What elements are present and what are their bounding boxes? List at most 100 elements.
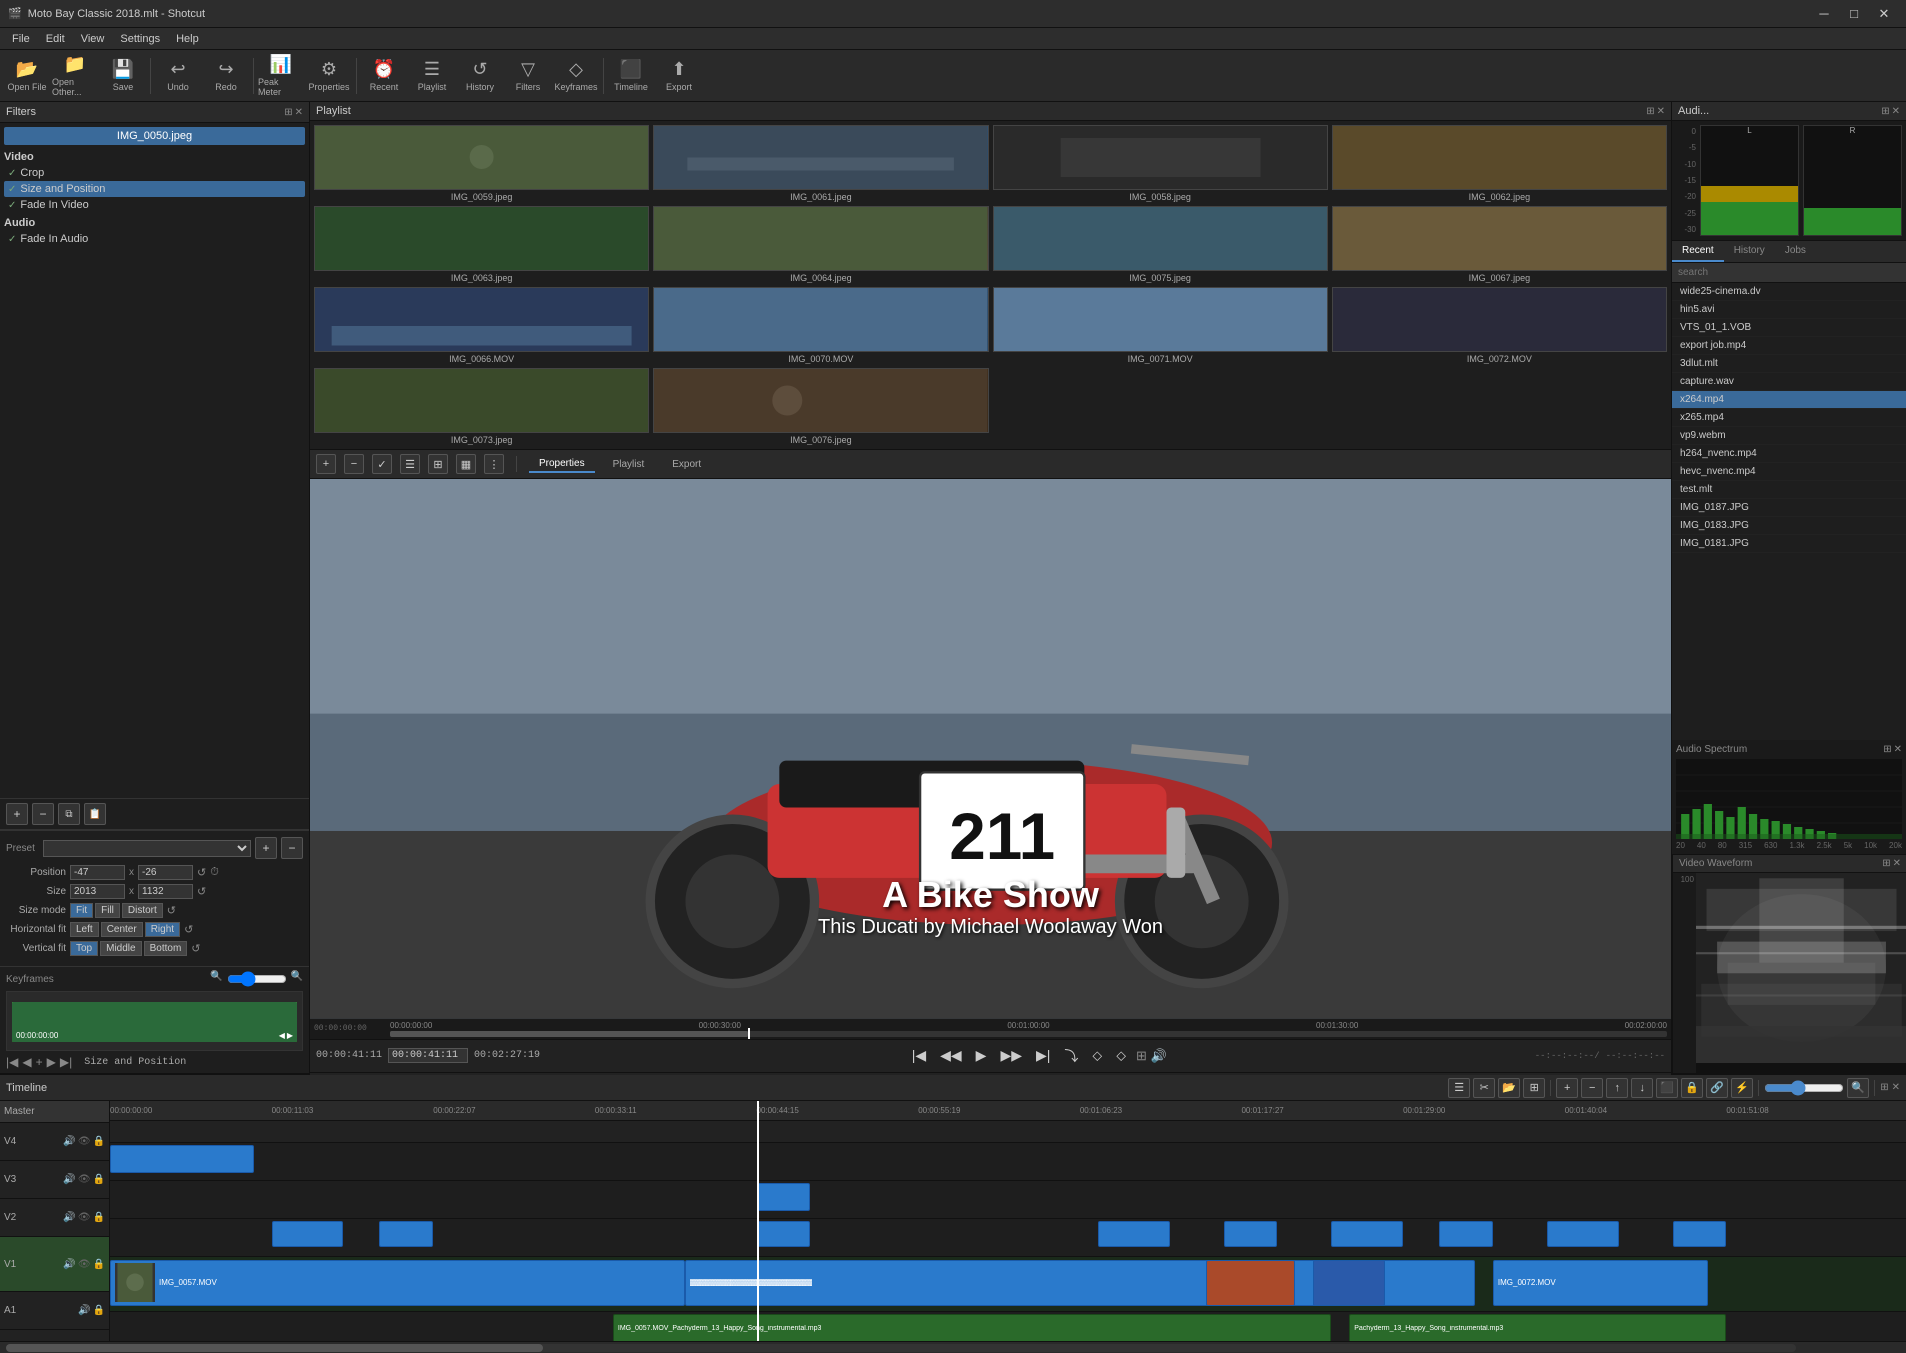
preview-in-point-button[interactable]: ⬦ bbox=[1088, 1045, 1106, 1066]
tl-zoom-in-button[interactable]: 🔍 bbox=[1847, 1078, 1869, 1098]
preview-time-input[interactable] bbox=[388, 1048, 468, 1063]
recent-item-5[interactable]: capture.wav bbox=[1672, 373, 1906, 391]
preset-add-button[interactable]: + bbox=[255, 837, 277, 859]
recent-item-1[interactable]: hin5.avi bbox=[1672, 301, 1906, 319]
menu-help[interactable]: Help bbox=[168, 31, 207, 47]
playlist-grid-view-button[interactable]: ⊞ bbox=[428, 454, 448, 474]
playlist-item-0075[interactable]: IMG_0075.jpeg bbox=[993, 206, 1328, 283]
open-file-button[interactable]: 📂 Open File bbox=[4, 53, 50, 99]
filters-button[interactable]: ▽ Filters bbox=[505, 53, 551, 99]
kf-nav-prev[interactable]: ◀ bbox=[22, 1055, 31, 1069]
preview-tl-track[interactable] bbox=[390, 1031, 1667, 1037]
kf-prev-button[interactable]: ◀ bbox=[279, 1031, 285, 1040]
playlist-list-view-button[interactable]: ☰ bbox=[400, 454, 420, 474]
recent-item-0[interactable]: wide25-cinema.dv bbox=[1672, 283, 1906, 301]
keyframes-clip[interactable]: 00:00:00:00 ◀ ▶ bbox=[12, 1002, 297, 1042]
recent-item-2[interactable]: VTS_01_1.VOB bbox=[1672, 319, 1906, 337]
maximize-button[interactable]: □ bbox=[1840, 4, 1868, 24]
kf-nav-first[interactable]: |◀ bbox=[6, 1055, 18, 1069]
preview-zoom-icon[interactable]: 🔊 bbox=[1151, 1048, 1167, 1064]
save-button[interactable]: 💾 Save bbox=[100, 53, 146, 99]
recent-item-10[interactable]: hevc_nvenc.mp4 bbox=[1672, 463, 1906, 481]
menu-view[interactable]: View bbox=[73, 31, 113, 47]
playlist-item-0072[interactable]: IMG_0072.MOV bbox=[1332, 287, 1667, 364]
right-tab-jobs[interactable]: Jobs bbox=[1775, 241, 1816, 262]
playlist-item-0067[interactable]: IMG_0067.jpeg bbox=[1332, 206, 1667, 283]
filter-size-position[interactable]: ✓ Size and Position bbox=[4, 181, 305, 197]
v2-clip-6[interactable] bbox=[1331, 1221, 1403, 1247]
spectrum-expand-icon[interactable]: ⊞ bbox=[1883, 744, 1891, 755]
tl-zap-button[interactable]: ⚡ bbox=[1731, 1078, 1753, 1098]
v2-clip-9[interactable] bbox=[1673, 1221, 1727, 1247]
tl-close-icon[interactable]: ✕ bbox=[1892, 1082, 1900, 1093]
filters-close-icon[interactable]: ✕ bbox=[295, 107, 303, 118]
v2-clip-3[interactable] bbox=[757, 1221, 811, 1247]
right-tab-recent[interactable]: Recent bbox=[1672, 241, 1724, 262]
playlist-view3-button[interactable]: ▦ bbox=[456, 454, 476, 474]
track-v2-eye-icon[interactable]: 👁 bbox=[78, 1212, 91, 1223]
playlist-item-0066[interactable]: IMG_0066.MOV bbox=[314, 287, 649, 364]
tl-menu-button[interactable]: ☰ bbox=[1448, 1078, 1470, 1098]
playlist-tab-properties[interactable]: Properties bbox=[529, 456, 595, 473]
track-v1-lock-icon[interactable]: 🔒 bbox=[93, 1259, 105, 1270]
tl-add-button[interactable]: + bbox=[1556, 1078, 1578, 1098]
playlist-item-0059[interactable]: IMG_0059.jpeg bbox=[314, 125, 649, 202]
minimize-button[interactable]: ─ bbox=[1810, 4, 1838, 24]
v2-clip-7[interactable] bbox=[1439, 1221, 1493, 1247]
track-v1-eye-icon[interactable]: 👁 bbox=[78, 1259, 91, 1270]
size-mode-fit[interactable]: Fit bbox=[70, 903, 93, 918]
paste-filter-button[interactable]: 📋 bbox=[84, 803, 106, 825]
playlist-item-0071[interactable]: IMG_0071.MOV bbox=[993, 287, 1328, 364]
tl-expand-icon[interactable]: ⊞ bbox=[1880, 1082, 1888, 1093]
playlist-add-button[interactable]: + bbox=[316, 454, 336, 474]
tl-remove-button[interactable]: − bbox=[1581, 1078, 1603, 1098]
preview-out-point-button[interactable]: ⬦ bbox=[1112, 1045, 1130, 1066]
waveform-expand-icon[interactable]: ⊞ bbox=[1882, 858, 1890, 869]
track-a1-audio-icon[interactable]: 🔊 bbox=[78, 1305, 90, 1316]
preview-play-button[interactable]: ▶ bbox=[972, 1045, 991, 1066]
v2-clip-2[interactable] bbox=[379, 1221, 433, 1247]
track-v3-eye-icon[interactable]: 👁 bbox=[78, 1174, 91, 1185]
recent-item-3[interactable]: export job.mp4 bbox=[1672, 337, 1906, 355]
h-fit-right[interactable]: Right bbox=[145, 922, 180, 937]
a1-clip-2[interactable]: Pachyderm_13_Happy_Song_instrumental.mp3 bbox=[1349, 1314, 1726, 1341]
keyframes-zoom-out-icon[interactable]: 🔍 bbox=[210, 971, 222, 987]
v-fit-top[interactable]: Top bbox=[70, 941, 98, 956]
size-h-input[interactable] bbox=[138, 884, 193, 899]
h-fit-reset-button[interactable]: ↺ bbox=[184, 923, 193, 936]
a1-clip-1[interactable]: IMG_0057.MOV_Pachyderm_13_Happy_Song_ins… bbox=[613, 1314, 1331, 1341]
preview-timeline-bar-area[interactable]: 00:00:00:00 00:00:00:00 00:00:30:00 00:0… bbox=[310, 1019, 1671, 1039]
filter-crop[interactable]: ✓ Crop bbox=[4, 165, 305, 181]
playlist-ok-button[interactable]: ✓ bbox=[372, 454, 392, 474]
playlist-item-0070[interactable]: IMG_0070.MOV bbox=[653, 287, 988, 364]
playlist-close-icon[interactable]: ✕ bbox=[1657, 106, 1665, 117]
preview-next-frame-button[interactable]: ▶▶ bbox=[996, 1045, 1026, 1066]
v2-clip-4[interactable] bbox=[1098, 1221, 1170, 1247]
track-v2-lock-icon[interactable]: 🔒 bbox=[93, 1212, 105, 1223]
preview-skip-start-button[interactable]: |◀ bbox=[908, 1045, 930, 1066]
preview-grid-icon[interactable]: ⊞ bbox=[1136, 1048, 1147, 1064]
playlist-expand-icon[interactable]: ⊞ bbox=[1646, 106, 1654, 117]
playlist-item-0063[interactable]: IMG_0063.jpeg bbox=[314, 206, 649, 283]
right-tab-history[interactable]: History bbox=[1724, 241, 1775, 262]
playlist-item-0061[interactable]: IMG_0061.jpeg bbox=[653, 125, 988, 202]
keyframes-button[interactable]: ◇ Keyframes bbox=[553, 53, 599, 99]
v2-clip-8[interactable] bbox=[1547, 1221, 1619, 1247]
track-v4-lock-icon[interactable]: 🔒 bbox=[93, 1136, 105, 1147]
tl-down-button[interactable]: ↓ bbox=[1631, 1078, 1653, 1098]
timeline-ruler[interactable]: 00:00:00:00 00:00:11:03 00:00:22:07 00:0… bbox=[110, 1101, 1906, 1121]
recent-item-4[interactable]: 3dlut.mlt bbox=[1672, 355, 1906, 373]
undo-button[interactable]: ↩ Undo bbox=[155, 53, 201, 99]
h-fit-center[interactable]: Center bbox=[101, 922, 143, 937]
size-mode-reset-button[interactable]: ↺ bbox=[167, 904, 176, 917]
recent-item-13[interactable]: IMG_0183.JPG bbox=[1672, 517, 1906, 535]
remove-filter-button[interactable]: − bbox=[32, 803, 54, 825]
track-v3-audio-icon[interactable]: 🔊 bbox=[63, 1174, 75, 1185]
recent-search-input[interactable] bbox=[1672, 263, 1906, 283]
keyframes-zoom-slider[interactable] bbox=[227, 971, 287, 987]
v4-clip-1[interactable] bbox=[110, 1145, 254, 1173]
playlist-tab-export[interactable]: Export bbox=[662, 457, 711, 472]
close-button[interactable]: ✕ bbox=[1870, 4, 1898, 24]
tl-ripple-button[interactable]: 🔗 bbox=[1706, 1078, 1728, 1098]
recent-button[interactable]: ⏰ Recent bbox=[361, 53, 407, 99]
